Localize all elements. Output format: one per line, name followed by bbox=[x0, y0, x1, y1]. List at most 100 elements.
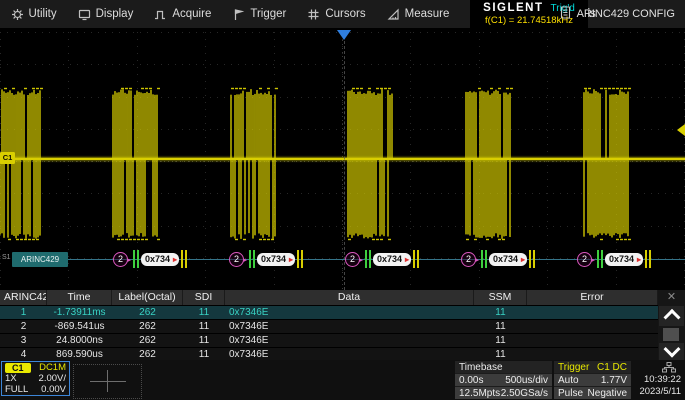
truncation-arrow-icon: ▸ bbox=[359, 255, 363, 267]
top-menu-bar: Utility Display Acquire Trigger Cursors … bbox=[0, 0, 685, 28]
trigger-slope: Negative bbox=[588, 388, 627, 399]
table-row[interactable]: 1 -1.73911ms 262 11 0x7346E 11 bbox=[0, 305, 658, 319]
decoder-id-label: S1 bbox=[2, 254, 11, 261]
menu-cursors[interactable]: Cursors bbox=[297, 0, 376, 28]
trigger-title: Trigger bbox=[558, 362, 589, 373]
menu-trigger[interactable]: Trigger bbox=[222, 0, 297, 28]
plus-icon bbox=[90, 381, 126, 382]
col-header-sdi: SDI bbox=[183, 290, 225, 305]
oscilloscope-screen: Utility Display Acquire Trigger Cursors … bbox=[0, 0, 685, 400]
row-time: 24.8000ns bbox=[47, 334, 112, 347]
decode-label-field: 2▸ bbox=[113, 252, 128, 267]
row-index: 2 bbox=[0, 320, 47, 333]
trigger-type: Pulse bbox=[558, 388, 583, 399]
trigger-level: 1.77V bbox=[601, 375, 627, 386]
truncation-arrow-icon: ▸ bbox=[637, 253, 641, 266]
col-header-arinc429: ARINC429 bbox=[0, 290, 47, 305]
row-ssm: 11 bbox=[474, 320, 527, 333]
system-date: 2023/5/11 bbox=[639, 386, 681, 397]
row-label: 262 bbox=[112, 334, 183, 347]
channel1-coupling: DC1M bbox=[39, 362, 66, 373]
truncation-arrow-icon: ▸ bbox=[289, 253, 293, 266]
table-row[interactable]: 3 24.8000ns 262 11 0x7346E 11 bbox=[0, 333, 658, 347]
table-header-row: ARINC429 Time Label(Octal) SDI Data SSM … bbox=[0, 290, 658, 305]
pulse-icon bbox=[154, 8, 167, 21]
field-end-marker-icon bbox=[297, 250, 303, 268]
menu-label: Utility bbox=[29, 8, 57, 20]
truncation-arrow-icon: ▸ bbox=[405, 253, 409, 266]
decode-bubble: 2▸0x734▸ bbox=[577, 250, 651, 268]
timebase-delay: 0.00s bbox=[459, 375, 483, 386]
timebase-box[interactable]: Timebase 0.00s 500us/div 12.5Mpts 2.50GS… bbox=[455, 361, 552, 397]
row-time: -869.541us bbox=[47, 320, 112, 333]
chevron-up-icon bbox=[663, 309, 680, 326]
trigger-level-marker[interactable] bbox=[677, 124, 685, 136]
close-icon[interactable]: ✕ bbox=[658, 290, 685, 305]
status-bar: C1 DC1M 1X 2.00V/ FULL 0.00V Timebase 0.… bbox=[0, 360, 685, 400]
decode-data-field: 0x734▸ bbox=[257, 253, 295, 266]
truncation-arrow-icon: ▸ bbox=[475, 255, 479, 267]
field-end-marker-icon bbox=[413, 250, 419, 268]
col-header-error: Error bbox=[527, 290, 658, 305]
truncation-arrow-icon: ▸ bbox=[173, 253, 177, 266]
trigger-box[interactable]: Trigger C1 DC Auto 1.77V Pulse Negative bbox=[554, 361, 631, 397]
row-data: 0x7346E bbox=[225, 320, 474, 333]
decode-bubble: 2▸0x734▸ bbox=[345, 250, 419, 268]
siglent-logo: SIGLENT bbox=[483, 2, 543, 14]
decode-bubble: 2▸ 0x734▸ bbox=[113, 250, 187, 268]
decode-data-field: 0x734▸ bbox=[489, 253, 527, 266]
field-start-marker-icon bbox=[597, 250, 603, 268]
memory-depth: 12.5Mpts bbox=[459, 388, 500, 399]
trigger-position-marker[interactable] bbox=[337, 30, 351, 40]
row-label: 262 bbox=[112, 306, 183, 319]
decode-label-field: 2▸ bbox=[577, 252, 592, 267]
channel1-tab: C1 bbox=[5, 363, 31, 373]
list-document-icon bbox=[560, 6, 571, 22]
field-start-marker-icon bbox=[481, 250, 487, 268]
menu-display[interactable]: Display bbox=[67, 0, 144, 28]
col-header-time: Time bbox=[47, 290, 112, 305]
row-data: 0x7346E bbox=[225, 334, 474, 347]
clock-panel: 10:39:22 2023/5/11 bbox=[633, 361, 683, 397]
row-index: 3 bbox=[0, 334, 47, 347]
menu-measure[interactable]: Measure bbox=[376, 0, 460, 28]
arinc429-config-button[interactable]: ARINC429 CONFIG bbox=[554, 0, 681, 28]
row-index: 1 bbox=[0, 306, 47, 319]
decode-data-field: 0x734▸ bbox=[141, 253, 179, 266]
menu-label: Cursors bbox=[325, 8, 365, 20]
row-time: -1.73911ms bbox=[47, 306, 112, 319]
channel1-attenuation: 1X bbox=[5, 373, 17, 384]
channel1-descriptor-box[interactable]: C1 DC1M 1X 2.00V/ FULL 0.00V bbox=[1, 361, 70, 396]
decode-bubble: 2▸0x734▸ bbox=[461, 250, 535, 268]
table-row[interactable]: 4 869.590us 262 11 0x7346E 11 bbox=[0, 347, 658, 361]
col-header-label-octal: Label(Octal) bbox=[112, 290, 183, 305]
scroll-up-button[interactable] bbox=[659, 306, 684, 326]
menu-acquire[interactable]: Acquire bbox=[144, 0, 222, 28]
decode-data-field: 0x734▸ bbox=[373, 253, 411, 266]
table-row[interactable]: 2 -869.541us 262 11 0x7346E 11 bbox=[0, 319, 658, 333]
gear-icon bbox=[11, 8, 24, 21]
channel-offset-marker[interactable]: C1 bbox=[0, 152, 15, 164]
row-sdi: 11 bbox=[183, 320, 225, 333]
field-end-marker-icon bbox=[181, 250, 187, 268]
config-button-label: ARINC429 CONFIG bbox=[577, 8, 675, 20]
decode-bus-label[interactable]: ARINC429 bbox=[12, 252, 68, 267]
field-start-marker-icon bbox=[133, 250, 139, 268]
row-sdi: 11 bbox=[183, 306, 225, 319]
truncation-arrow-icon: ▸ bbox=[591, 255, 595, 267]
truncation-arrow-icon: ▸ bbox=[521, 253, 525, 266]
chevron-down-icon bbox=[663, 340, 680, 357]
decode-bubble: 2▸ 0x734▸ bbox=[229, 250, 303, 268]
decode-label-field: 2▸ bbox=[229, 252, 244, 267]
menu-label: Trigger bbox=[250, 8, 286, 20]
decode-result-table: ARINC429 Time Label(Octal) SDI Data SSM … bbox=[0, 290, 658, 361]
plus-icon bbox=[107, 370, 108, 392]
system-time: 10:39:22 bbox=[644, 374, 681, 385]
field-start-marker-icon bbox=[249, 250, 255, 268]
menu-utility[interactable]: Utility bbox=[0, 0, 67, 28]
table-scrollbar: ✕ bbox=[658, 290, 685, 360]
add-channel-button[interactable] bbox=[73, 364, 142, 399]
scroll-down-button[interactable] bbox=[659, 343, 684, 360]
scrollbar-thumb[interactable] bbox=[663, 328, 679, 341]
waveform-display-area: C1 S1 ARINC429 2▸0x734▸2▸0x734▸2▸0x734▸2… bbox=[0, 28, 685, 290]
